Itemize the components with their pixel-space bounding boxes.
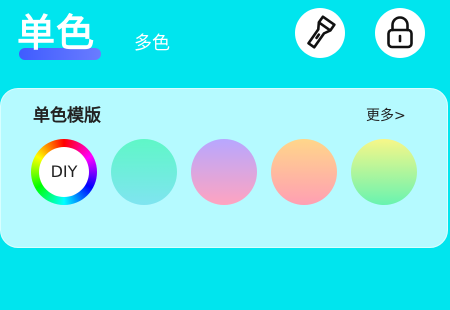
color-swatch-lime-mint[interactable] bbox=[351, 139, 417, 205]
lock-button[interactable] bbox=[375, 8, 425, 58]
diy-color-swatch[interactable]: DIY bbox=[31, 139, 97, 205]
tab-single-color-label: 单色 bbox=[17, 11, 96, 55]
color-swatch-lavender-pink[interactable] bbox=[191, 139, 257, 205]
flashlight-button[interactable] bbox=[295, 8, 345, 58]
section-title: 单色模版 bbox=[33, 106, 101, 126]
tab-single-color[interactable]: 单色 bbox=[17, 10, 103, 60]
color-swatch-peach-pink[interactable] bbox=[271, 139, 337, 205]
flashlight-icon bbox=[307, 15, 336, 49]
color-swatch-mint[interactable] bbox=[111, 139, 177, 205]
more-link[interactable]: 更多> bbox=[366, 106, 406, 126]
lock-icon bbox=[387, 16, 413, 49]
diy-label: DIY bbox=[50, 162, 78, 181]
tab-multi-color[interactable]: 多色 bbox=[134, 32, 170, 56]
